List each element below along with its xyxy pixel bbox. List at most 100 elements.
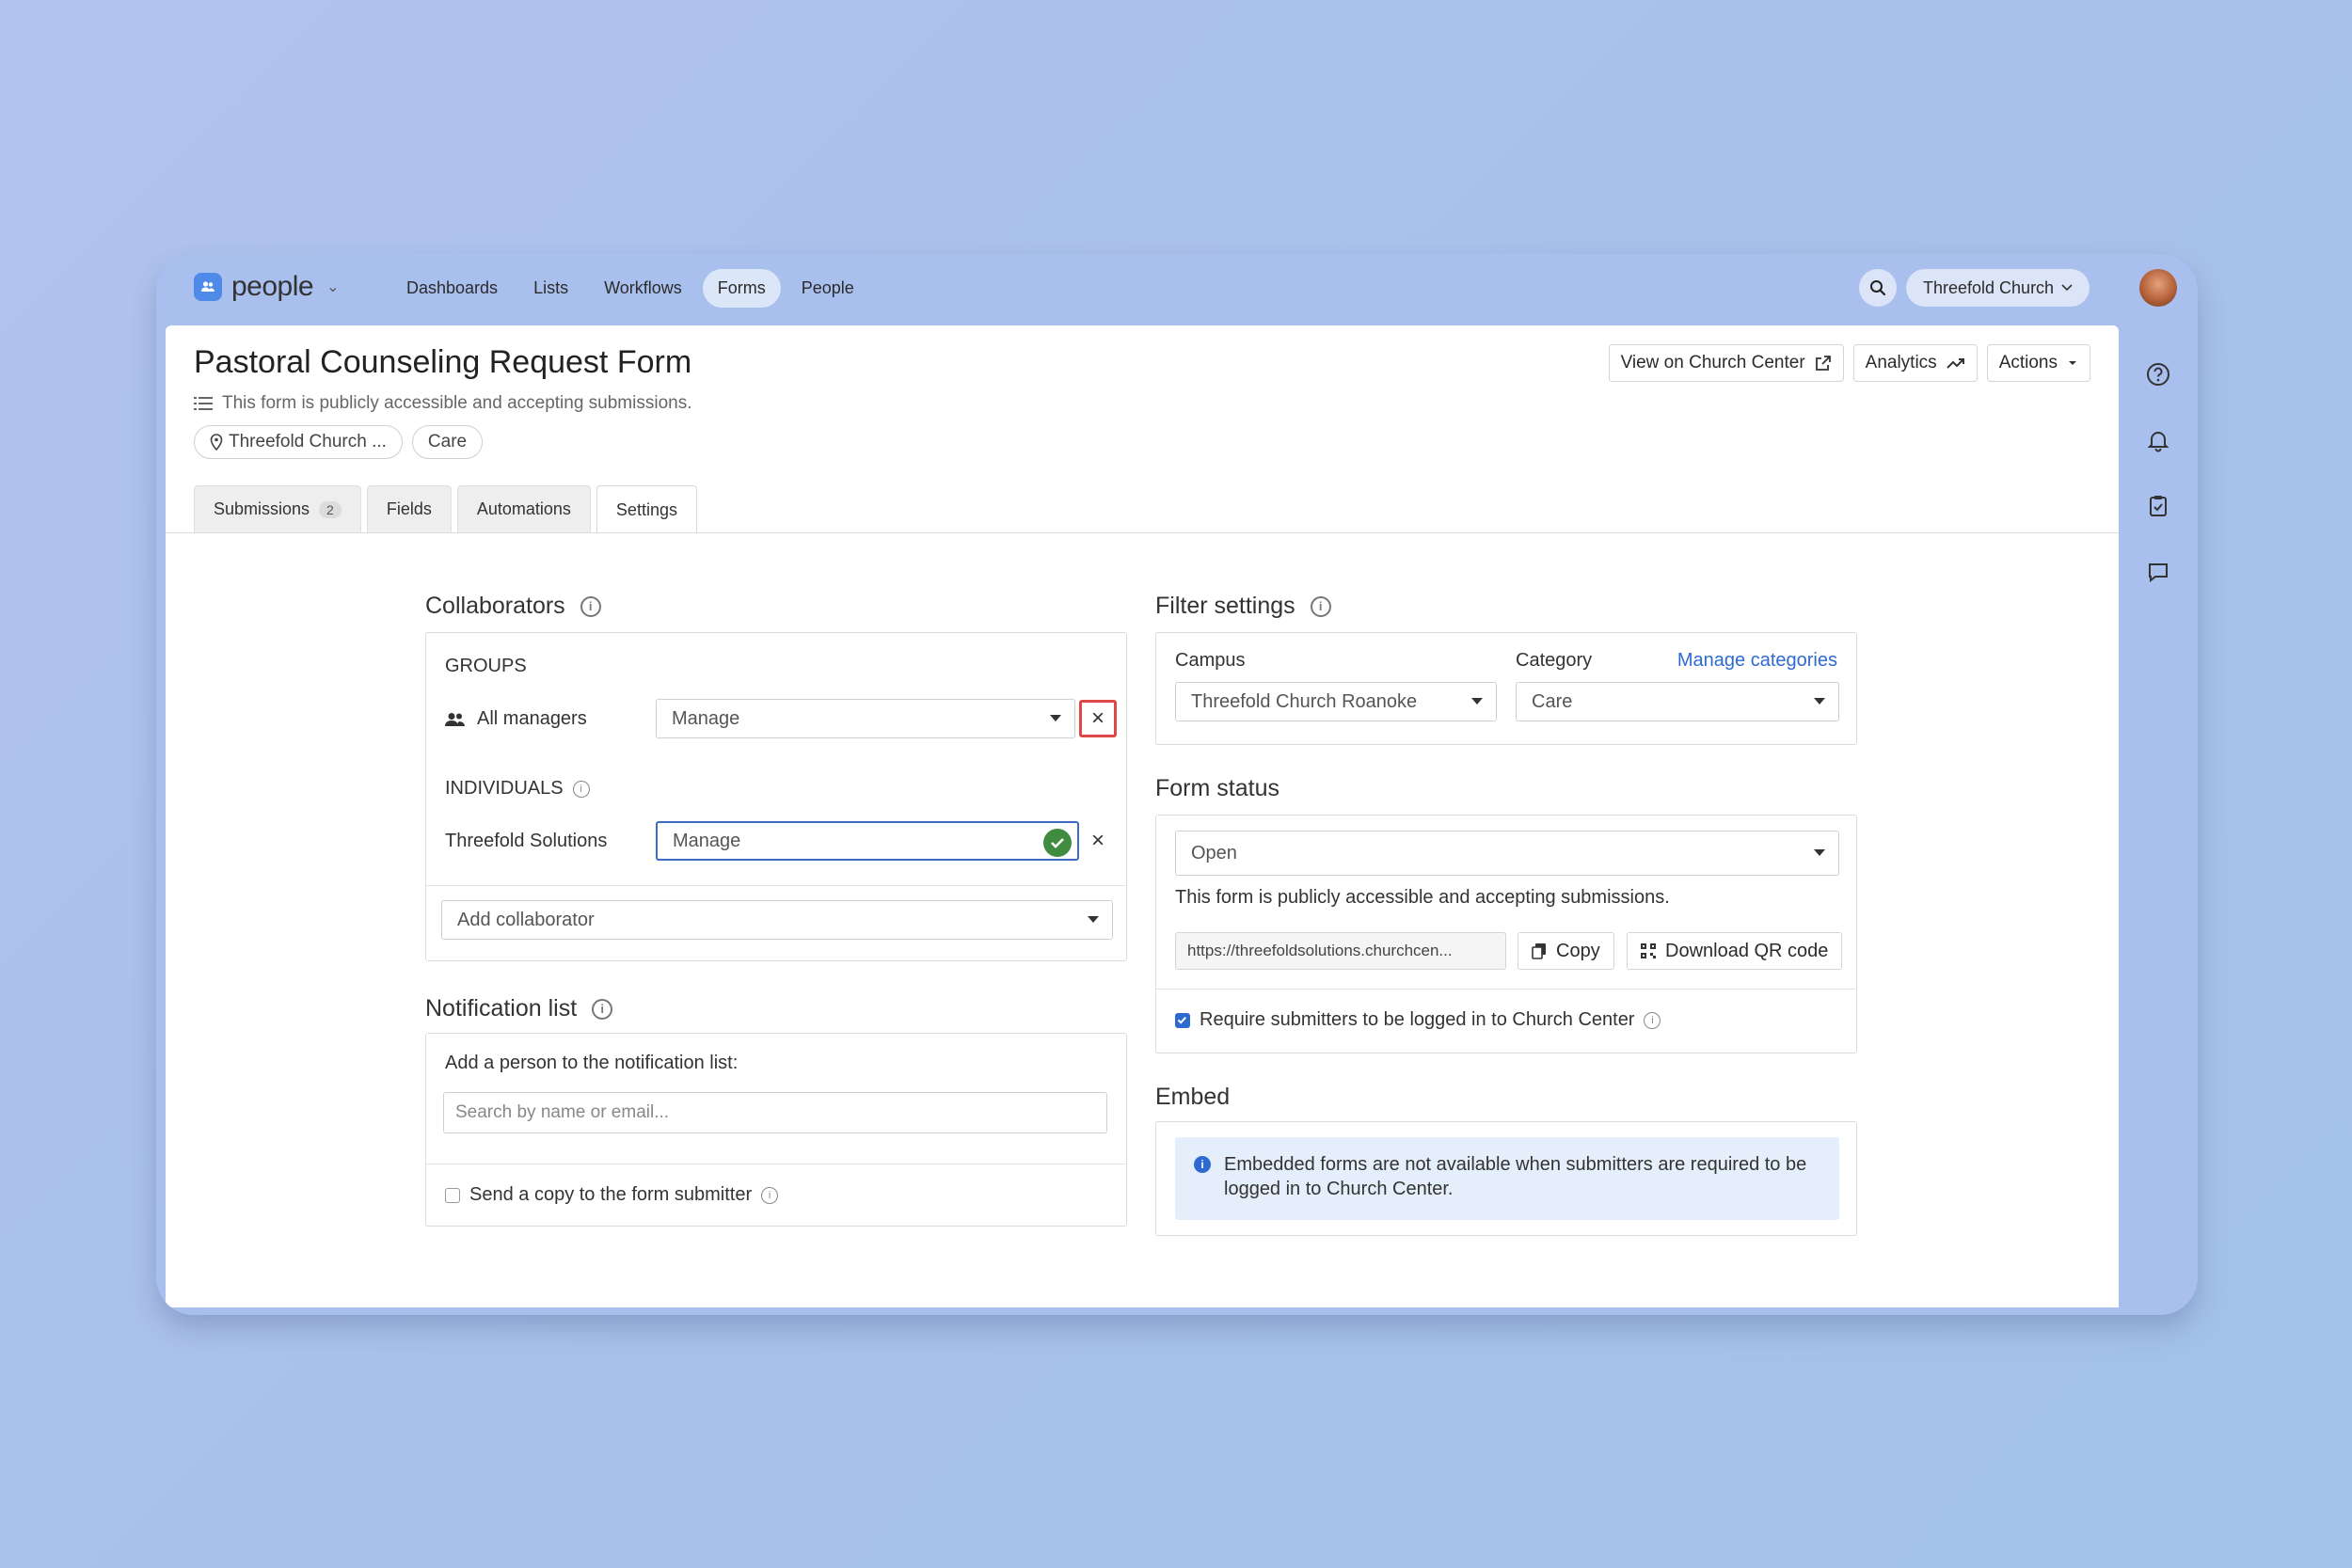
form-chips: Threefold Church ... Care [194, 425, 484, 459]
close-icon: × [1090, 828, 1104, 853]
form-status-summary: This form is publicly accessible and acc… [194, 393, 692, 414]
caret-down-icon [1471, 698, 1483, 705]
info-icon[interactable]: i [1310, 595, 1331, 617]
send-copy-checkbox[interactable] [445, 1187, 460, 1203]
individuals-heading: INDIVIDUALS [445, 778, 564, 799]
copy-icon [1532, 943, 1546, 959]
form-tabs: Submissions 2 Fields Automations Setting… [194, 485, 697, 533]
avatar[interactable] [2139, 269, 2177, 307]
category-value: Care [1532, 690, 1573, 712]
embed-info-banner: i Embedded forms are not available when … [1175, 1137, 1839, 1220]
tabs-divider [166, 532, 2119, 533]
tab-automations[interactable]: Automations [456, 485, 591, 532]
list-icon [194, 397, 213, 410]
info-icon[interactable]: i [592, 998, 613, 1020]
app-window: people ⌄ Dashboards Lists Workflows Form… [156, 254, 2198, 1315]
app-switcher[interactable]: people ⌄ [194, 271, 340, 303]
form-status-card: Open This form is publicly accessible an… [1155, 815, 1857, 1053]
embed-card: i Embedded forms are not available when … [1155, 1121, 1857, 1236]
qr-code-icon [1641, 943, 1656, 958]
category-chip[interactable]: Care [411, 425, 484, 459]
search-button[interactable] [1859, 269, 1897, 307]
individual-permission-value: Manage [673, 830, 741, 851]
check-circle-icon [1043, 829, 1072, 857]
group-row-label: All managers [445, 708, 587, 730]
filter-title: Filter settings [1155, 593, 1295, 619]
campus-chip-label: Threefold Church ... [229, 432, 387, 451]
collaborators-section-title: Collaborators i [425, 593, 601, 620]
collaborators-card: GROUPS All managers Manage × INDIVIDUALS… [425, 632, 1127, 961]
subtitle-text: This form is publicly accessible and acc… [222, 393, 692, 413]
send-copy-row[interactable]: Send a copy to the form submitter i [445, 1184, 779, 1206]
remove-group-button[interactable]: × [1079, 700, 1117, 737]
group-permission-select[interactable]: Manage [656, 699, 1075, 738]
form-status-section-title: Form status [1155, 775, 1279, 802]
add-collaborator-placeholder: Add collaborator [457, 909, 595, 930]
group-users-icon [445, 712, 465, 726]
view-on-church-center-button[interactable]: View on Church Center [1608, 344, 1844, 382]
help-icon[interactable] [2143, 359, 2173, 389]
close-icon: × [1090, 705, 1104, 731]
category-label: Category [1516, 650, 1593, 671]
require-login-row[interactable]: Require submitters to be logged in to Ch… [1175, 1009, 1661, 1031]
notification-search-placeholder: Search by name or email... [455, 1102, 670, 1122]
external-link-icon [1815, 356, 1831, 371]
copy-url-button[interactable]: Copy [1518, 932, 1614, 970]
nav-lists[interactable]: Lists [518, 269, 583, 308]
main-nav: Dashboards Lists Workflows Forms People [391, 269, 869, 308]
org-switcher[interactable]: Threefold Church [1906, 269, 2090, 307]
manage-categories-link[interactable]: Manage categories [1677, 650, 1837, 672]
caret-down-icon [1050, 715, 1061, 721]
campus-chip[interactable]: Threefold Church ... [194, 425, 403, 459]
submissions-count-badge: 2 [319, 500, 342, 518]
category-select[interactable]: Care [1516, 682, 1839, 721]
add-collaborator-select[interactable]: Add collaborator [441, 900, 1113, 940]
actions-button-label: Actions [1998, 353, 2058, 372]
remove-individual-button[interactable]: × [1079, 822, 1117, 860]
notification-search-input[interactable]: Search by name or email... [443, 1092, 1107, 1133]
notification-section-title: Notification list i [425, 995, 613, 1022]
actions-button[interactable]: Actions [1986, 344, 2090, 382]
nav-workflows[interactable]: Workflows [589, 269, 697, 308]
chevron-down-icon: ⌄ [326, 279, 340, 295]
info-icon[interactable]: i [1644, 1011, 1661, 1029]
groups-heading: GROUPS [445, 656, 527, 676]
category-chip-label: Care [427, 432, 468, 451]
nav-dashboards[interactable]: Dashboards [391, 269, 513, 308]
clipboard-check-icon[interactable] [2143, 491, 2173, 521]
require-login-checkbox[interactable] [1175, 1012, 1190, 1028]
info-icon[interactable]: i [572, 780, 590, 798]
caret-down-icon [1814, 698, 1825, 705]
campus-value: Threefold Church Roanoke [1191, 690, 1418, 712]
require-login-label: Require submitters to be logged in to Ch… [1200, 1009, 1635, 1030]
form-url-value: https://threefoldsolutions.churchcen... [1187, 942, 1453, 959]
info-icon[interactable]: i [580, 595, 601, 617]
tab-fields[interactable]: Fields [366, 485, 452, 532]
chat-icon[interactable] [2143, 557, 2173, 587]
filter-card: Campus Threefold Church Roanoke Category… [1155, 632, 1857, 745]
form-status-title: Form status [1155, 775, 1279, 801]
nav-people[interactable]: People [787, 269, 869, 308]
analytics-button[interactable]: Analytics [1852, 344, 1978, 382]
individual-permission-select[interactable]: Manage [656, 821, 1079, 861]
tab-settings[interactable]: Settings [596, 485, 697, 533]
form-status-select[interactable]: Open [1175, 831, 1839, 876]
download-qr-button[interactable]: Download QR code [1627, 932, 1843, 970]
form-status-description: This form is publicly accessible and acc… [1175, 887, 1670, 908]
group-permission-value: Manage [672, 707, 740, 729]
info-icon[interactable]: i [761, 1186, 779, 1204]
caret-down-icon [1088, 916, 1099, 923]
app-name: people [231, 271, 314, 302]
notification-add-label: Add a person to the notification list: [445, 1053, 739, 1073]
notification-card: Add a person to the notification list: S… [425, 1033, 1127, 1227]
caret-down-icon [1814, 849, 1825, 856]
group-name: All managers [477, 708, 587, 729]
tab-submissions[interactable]: Submissions 2 [194, 485, 361, 532]
nav-forms[interactable]: Forms [702, 269, 781, 308]
bell-icon[interactable] [2143, 425, 2173, 455]
embed-message: Embedded forms are not available when su… [1224, 1154, 1807, 1199]
campus-select[interactable]: Threefold Church Roanoke [1175, 682, 1497, 721]
header-actions: View on Church Center Analytics Actions [1608, 344, 2090, 382]
campus-label: Campus [1175, 650, 1246, 671]
form-url-field[interactable]: https://threefoldsolutions.churchcen... [1175, 932, 1506, 970]
